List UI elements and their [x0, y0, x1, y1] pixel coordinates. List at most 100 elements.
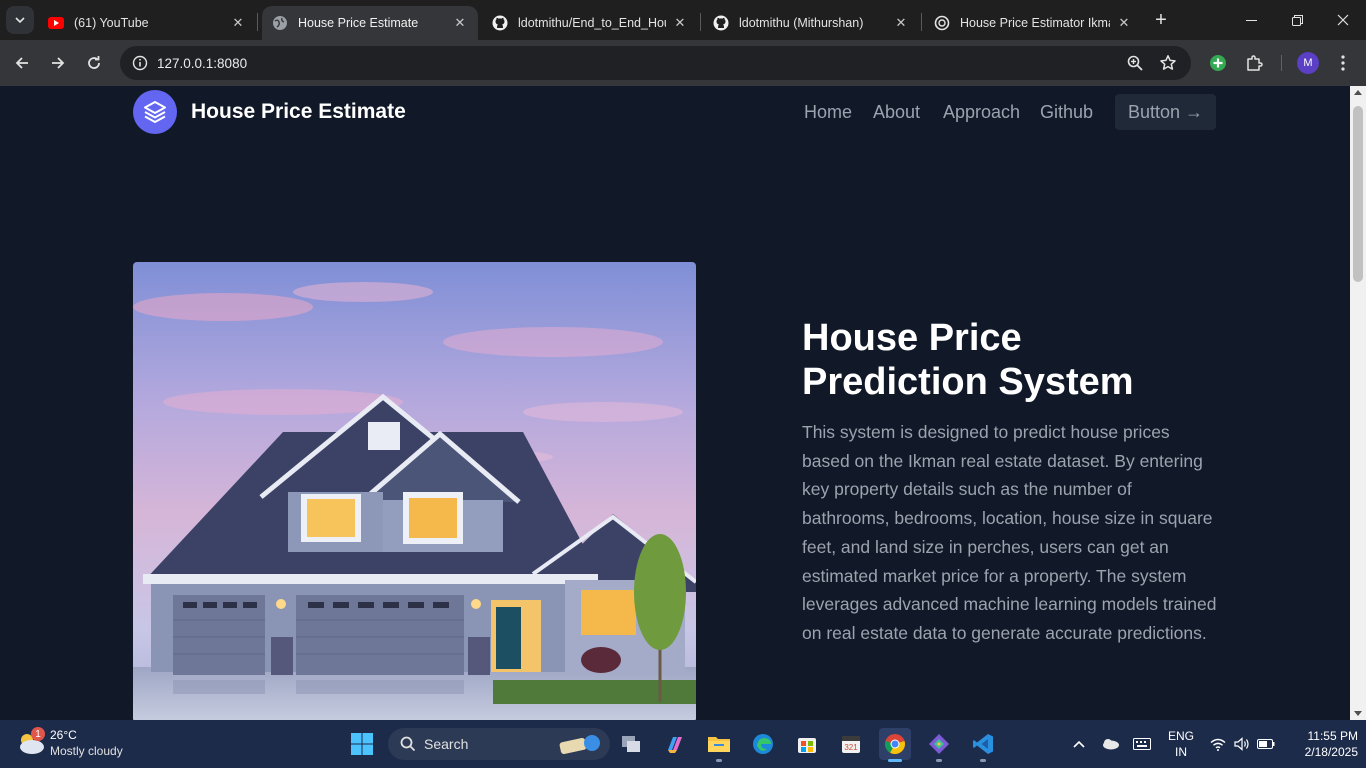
back-button[interactable] — [8, 49, 36, 77]
zoom-icon[interactable] — [1126, 54, 1144, 72]
hero-text-line: based on the Ikman real estate dataset. … — [802, 450, 1203, 471]
tab-strip: (61) YouTube ✕ House Price Estimate ✕ ld… — [0, 0, 1366, 40]
copilot-icon[interactable] — [659, 728, 691, 760]
tab-github-profile[interactable]: ldotmithu (Mithurshan) ✕ — [703, 6, 919, 40]
nav-link-github[interactable]: Github — [1040, 102, 1093, 123]
chrome-icon[interactable] — [879, 728, 911, 762]
windows-taskbar: 1 26°C Mostly cloudy Search 321 ENG IN 1… — [0, 720, 1366, 768]
hero-text-line: estimated market price for a property. T… — [802, 565, 1187, 586]
new-tab-button[interactable]: + — [1149, 8, 1173, 32]
github-icon — [492, 15, 508, 31]
hero-text-line: leverages advanced machine learning mode… — [802, 594, 1217, 615]
tab-title: House Price Estimator Ikman — [960, 16, 1110, 30]
hero-text-line: on real estate data to generate accurate… — [802, 622, 1207, 643]
tab-title: ldotmithu (Mithurshan) — [739, 16, 864, 30]
address-bar[interactable]: 127.0.0.1:8080 — [120, 46, 1191, 80]
vscode-icon[interactable] — [967, 728, 999, 762]
page-scrollbar[interactable] — [1350, 86, 1366, 720]
tab-divider — [700, 13, 701, 31]
hero-description: This system is designed to predict house… — [802, 418, 1220, 648]
hero-text-line: This system is designed to predict house… — [802, 422, 1170, 442]
hero-text-line: bathrooms, bedrooms, location, house siz… — [802, 508, 1213, 529]
tab-divider — [921, 13, 922, 31]
weather-description[interactable]: Mostly cloudy — [50, 744, 123, 758]
browser-toolbar: 127.0.0.1:8080 M — [0, 40, 1366, 86]
menu-kebab-icon[interactable] — [1333, 53, 1353, 73]
hero-text-line: key property details such as the number … — [802, 479, 1132, 500]
close-icon — [1337, 14, 1349, 26]
weather-badge: 1 — [31, 727, 45, 741]
close-window-button[interactable] — [1320, 0, 1366, 40]
running-indicator — [936, 759, 942, 762]
scroll-up-arrow-icon[interactable] — [1354, 90, 1362, 95]
scroll-down-arrow-icon[interactable] — [1354, 711, 1362, 716]
nav-link-home[interactable]: Home — [804, 102, 852, 123]
star-icon[interactable] — [1159, 54, 1177, 72]
nav-link-about[interactable]: About — [873, 102, 920, 123]
tab-search-button[interactable] — [6, 6, 34, 34]
restore-button[interactable] — [1274, 0, 1320, 40]
nav-link-approach[interactable]: Approach — [943, 102, 1020, 123]
wifi-icon[interactable] — [1209, 735, 1227, 753]
site-logo[interactable] — [133, 90, 177, 134]
search-icon — [400, 736, 416, 752]
reload-icon — [88, 56, 100, 69]
page-viewport: House Price Estimate Home About Approach… — [0, 86, 1350, 720]
search-label: Search — [424, 736, 469, 752]
battery-icon[interactable] — [1257, 735, 1275, 753]
toolbar-divider — [1281, 55, 1282, 71]
language-region: IN — [1175, 745, 1187, 759]
hero-text-line: feet, and land size in perches, users ca… — [802, 536, 1169, 557]
chevron-down-icon — [15, 17, 25, 24]
git-app-icon[interactable] — [923, 728, 955, 762]
file-explorer-icon[interactable] — [703, 728, 735, 762]
clipchamp-icon[interactable]: 321 — [835, 728, 867, 760]
windows-start-icon[interactable] — [350, 732, 374, 756]
system-clock[interactable]: 11:55 PM 2/18/2025 — [1284, 729, 1358, 759]
github-icon — [713, 15, 729, 31]
microsoft-store-icon[interactable] — [791, 728, 823, 760]
site-name[interactable]: House Price Estimate — [191, 100, 406, 124]
running-indicator — [716, 759, 722, 762]
extensions-icon[interactable] — [1244, 53, 1264, 73]
forward-button[interactable] — [44, 49, 72, 77]
layers-icon — [144, 101, 166, 123]
close-icon[interactable]: ✕ — [230, 15, 246, 31]
close-icon[interactable]: ✕ — [452, 15, 468, 31]
weather-temperature[interactable]: 26°C — [50, 728, 77, 742]
tab-title: (61) YouTube — [74, 16, 149, 30]
onedrive-icon[interactable] — [1101, 735, 1119, 753]
hero-house-image — [133, 262, 696, 720]
chevron-up-icon[interactable] — [1070, 735, 1088, 753]
language-indicator[interactable]: ENG IN — [1165, 729, 1197, 759]
minimize-icon — [1245, 19, 1257, 21]
task-view-icon[interactable] — [615, 728, 647, 760]
header-cta-button[interactable]: Button → — [1115, 94, 1216, 130]
info-icon[interactable] — [132, 55, 148, 71]
svg-text:321: 321 — [844, 743, 858, 752]
tab-house-price-estimator-ikman[interactable]: House Price Estimator Ikman ✕ — [924, 6, 1142, 40]
arrow-left-icon — [15, 57, 28, 69]
language-code: ENG — [1167, 729, 1194, 743]
close-icon[interactable]: ✕ — [1116, 15, 1132, 31]
close-icon[interactable]: ✕ — [893, 15, 909, 31]
minimize-button[interactable] — [1228, 0, 1274, 40]
reload-button[interactable] — [80, 49, 108, 77]
tab-youtube[interactable]: (61) YouTube ✕ — [38, 6, 256, 40]
tab-github-repo[interactable]: ldotmithu/End_to_End_Hous ✕ — [482, 6, 698, 40]
running-indicator — [980, 759, 986, 762]
restore-icon — [1291, 14, 1303, 26]
tab-house-price-estimate[interactable]: House Price Estimate ✕ — [262, 6, 478, 40]
search-highlight-icon — [559, 735, 600, 755]
google-lens-extension-icon[interactable] — [1208, 53, 1228, 73]
close-icon[interactable]: ✕ — [672, 15, 688, 31]
edge-icon[interactable] — [747, 728, 779, 760]
taskbar-search[interactable]: Search — [388, 728, 610, 760]
hero-title-line2: Prediction System — [802, 361, 1134, 403]
volume-icon[interactable] — [1233, 735, 1251, 753]
openai-icon — [934, 15, 950, 31]
scrollbar-thumb[interactable] — [1353, 106, 1363, 282]
keyboard-icon[interactable] — [1133, 735, 1151, 753]
url-text: 127.0.0.1:8080 — [157, 55, 248, 71]
profile-avatar[interactable]: M — [1297, 52, 1319, 74]
